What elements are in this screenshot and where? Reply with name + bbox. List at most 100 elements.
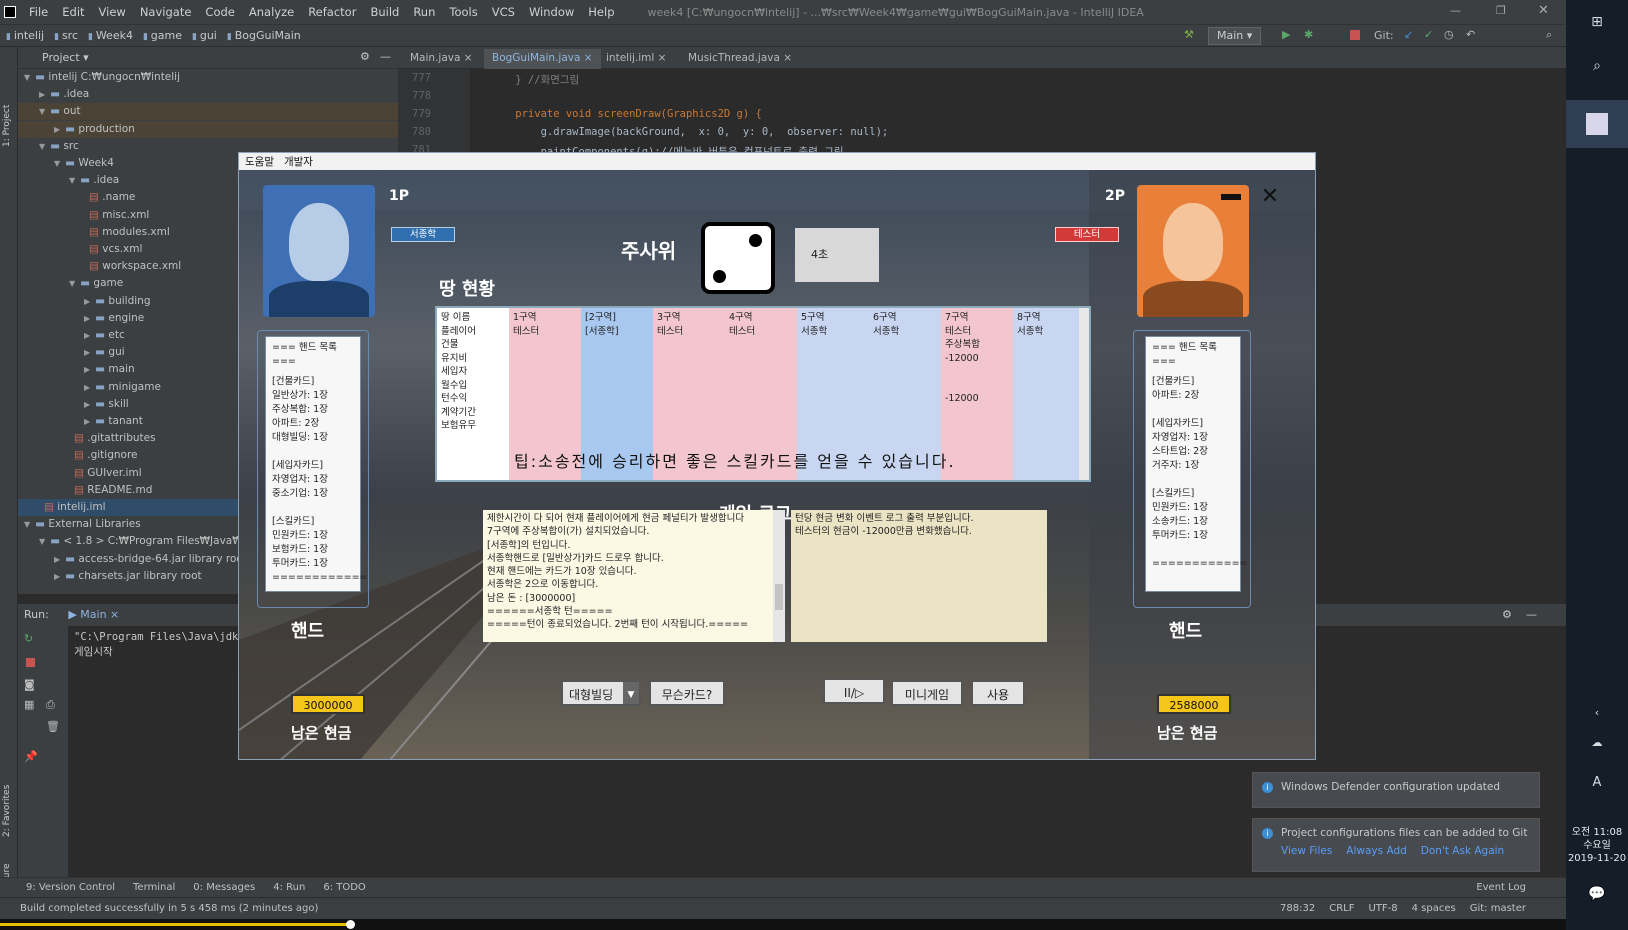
search-icon[interactable]: ⌕ [1546,28,1552,42]
project-view-select[interactable]: Project ▾ [42,51,89,64]
notification-defender[interactable]: i Windows Defender configuration updated [1252,772,1540,808]
menu-code[interactable]: Code [198,5,241,19]
which-card-button[interactable]: 무슨카드? [649,680,725,706]
windows-start-icon[interactable]: ⊞ [1566,0,1628,44]
expand-open-icon[interactable]: ▼ [39,537,45,546]
tab-boggui-java[interactable]: BogGuiMain.java × [484,49,601,69]
camera-icon[interactable]: ◙ [24,678,35,691]
event-log-tab[interactable]: Event Log [1476,882,1526,893]
ime-icon[interactable]: A [1566,760,1628,804]
encoding[interactable]: UTF-8 [1368,903,1397,914]
run-tab[interactable]: ▶ Main × [68,608,119,621]
favorites-tool-tab[interactable]: 2: Favorites [2,785,12,837]
run-tool-tab[interactable]: 4: Run [273,882,305,893]
breadcrumb-gui[interactable]: gui [192,29,217,42]
menu-window[interactable]: Window [522,5,581,19]
notification-center-icon[interactable]: 💬 [1566,872,1628,916]
run-console[interactable]: "C:\Program Files\Java\jdk1 게임시작 [74,630,245,660]
tree-folder[interactable]: ▶ ▬ production [18,120,398,138]
search-taskbar-icon[interactable]: ⌕ [1566,44,1628,88]
always-add-link[interactable]: Always Add [1346,845,1406,857]
view-files-link[interactable]: View Files [1281,845,1332,857]
developer-menu[interactable]: 개발자 [284,154,313,169]
use-card-button[interactable]: 사용 [971,680,1025,706]
run-config-select[interactable]: Main ▾ [1208,27,1262,45]
expand-open-icon[interactable]: ▼ [69,176,75,185]
messages-tab[interactable]: 0: Messages [193,882,255,893]
pause-play-button[interactable]: II/▷ [823,678,885,704]
breadcrumb-src[interactable]: src [54,29,78,42]
tree-folder[interactable]: ▼ ▬ intelij C:₩ungocn₩intelij [18,69,398,86]
expand-closed-icon[interactable]: ▶ [84,314,90,323]
menu-view[interactable]: View [92,5,133,19]
menu-help[interactable]: Help [581,5,621,19]
land-column-8[interactable]: 8구역 서종학 [1013,308,1085,480]
expand-closed-icon[interactable]: ▶ [84,417,90,426]
git-commit-icon[interactable]: ✓ [1424,28,1433,41]
notification-git[interactable]: i Project configurations files can be ad… [1252,818,1540,872]
breadcrumb-week4[interactable]: Week4 [88,29,133,42]
expand-closed-icon[interactable]: ▶ [84,348,90,357]
scroll-thumb[interactable] [775,584,783,610]
expand-closed-icon[interactable]: ▶ [54,125,60,134]
game-close-icon[interactable]: ✕ [1259,186,1281,208]
project-tool-tab[interactable]: 1: Project [2,105,12,147]
stop-run-icon[interactable] [26,658,35,667]
dont-ask-again-link[interactable]: Don't Ask Again [1421,845,1504,857]
expand-open-icon[interactable]: ▼ [54,159,60,168]
expand-closed-icon[interactable]: ▶ [84,331,90,340]
pin-icon[interactable]: 📌 [24,750,38,763]
menu-tools[interactable]: Tools [442,5,484,19]
close-icon[interactable]: ✕ [1538,3,1549,18]
hide-panel-icon[interactable]: — [1526,608,1537,621]
expand-closed-icon[interactable]: ▶ [54,572,60,581]
minimize-icon[interactable]: — [1450,4,1461,17]
menu-analyze[interactable]: Analyze [242,5,301,19]
stop-icon[interactable] [1350,30,1360,40]
land-table-scrollbar[interactable] [1079,308,1089,480]
history-icon[interactable]: ◷ [1444,28,1454,41]
settings-icon[interactable]: ⚙ [1502,608,1512,621]
help-menu[interactable]: 도움말 [245,154,274,169]
expand-open-icon[interactable]: ▼ [39,142,45,151]
print-icon[interactable]: ⎙ [46,698,55,712]
restore-layout-icon[interactable]: ▦ [24,698,34,711]
expand-open-icon[interactable]: ▼ [69,279,75,288]
building-select[interactable]: 대형빌딩 ▼ [561,680,641,706]
collapse-icon[interactable]: — [380,50,391,63]
intellij-taskbar-icon[interactable] [1566,100,1628,148]
video-progress-bar[interactable] [0,919,1566,930]
maximize-icon[interactable]: ❐ [1496,4,1506,17]
expand-open-icon[interactable]: ▼ [39,107,45,116]
expand-open-icon[interactable]: ▼ [24,73,30,82]
minigame-button[interactable]: 미니게임 [891,680,963,706]
git-branch[interactable]: Git: master [1470,903,1526,914]
tab-musicthread-java[interactable]: MusicThread.java × [680,49,800,69]
game-log-main[interactable]: 제한시간이 다 되어 현재 플레이어에게 현금 페널티가 발생합니다 7구역에 주… [483,510,783,642]
expand-open-icon[interactable]: ▼ [24,520,30,529]
expand-closed-icon[interactable]: ▶ [84,365,90,374]
tree-folder[interactable]: ▼ ▬ out [18,103,398,121]
progress-knob[interactable] [346,920,355,929]
menu-refactor[interactable]: Refactor [301,5,363,19]
tab-intelij-iml[interactable]: intelij.iml × [598,49,674,69]
expand-closed-icon[interactable]: ▶ [54,555,60,564]
network-icon[interactable]: ☁ [1566,720,1628,764]
expand-closed-icon[interactable]: ▶ [39,90,45,99]
breadcrumb-game[interactable]: game [143,29,182,42]
run-icon[interactable]: ▶ [1282,28,1290,41]
expand-closed-icon[interactable]: ▶ [84,297,90,306]
gear-icon[interactable]: ⚙ [360,50,370,63]
revert-icon[interactable]: ↶ [1466,28,1475,41]
tree-folder[interactable]: ▶ ▬ .idea [18,86,398,103]
line-separator[interactable]: CRLF [1329,903,1354,914]
menu-run[interactable]: Run [406,5,442,19]
tab-main-java[interactable]: Main.java × [402,49,481,69]
menu-edit[interactable]: Edit [55,5,91,19]
version-control-tab[interactable]: 9: Version Control [26,882,115,893]
indent[interactable]: 4 spaces [1412,903,1456,914]
build-hammer-icon[interactable]: ⚒ [1184,28,1194,41]
game-minimize-icon[interactable] [1221,194,1241,200]
menu-navigate[interactable]: Navigate [133,5,199,19]
menu-file[interactable]: File [22,5,55,19]
